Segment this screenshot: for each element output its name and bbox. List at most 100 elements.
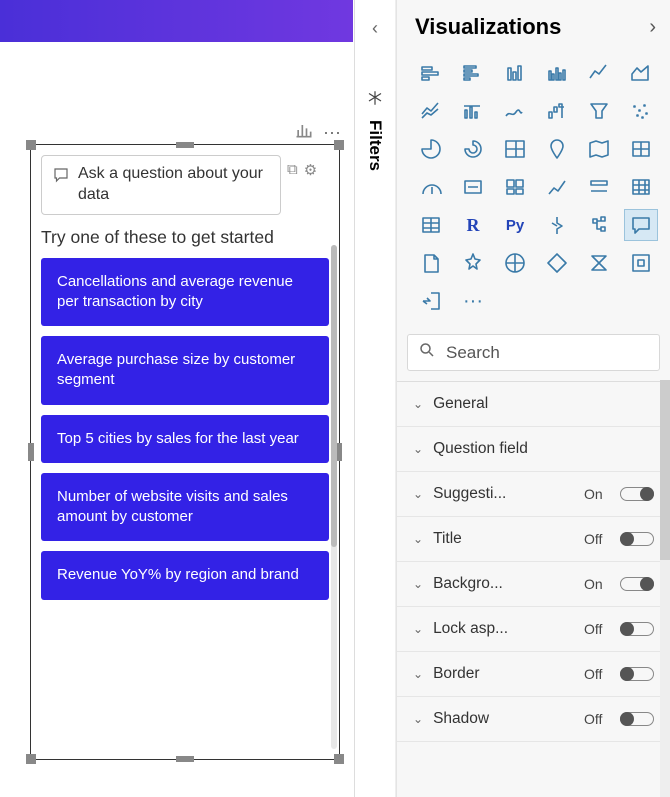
viz-type-card[interactable]: [457, 172, 489, 202]
qna-placeholder: Ask a question about your data: [78, 164, 270, 206]
viz-type-map[interactable]: [541, 134, 573, 164]
toggle-state-text: Off: [584, 531, 616, 547]
bar-chart-icon[interactable]: [293, 120, 315, 145]
format-section[interactable]: ⌄ General: [397, 382, 670, 427]
qna-suggestion[interactable]: Revenue YoY% by region and brand: [41, 551, 329, 599]
qna-suggestion[interactable]: Cancellations and average revenue per tr…: [41, 258, 329, 327]
format-properties-list: ⌄General⌄Question field⌄Suggesti...On⌄Ti…: [397, 381, 670, 742]
chevron-down-icon: ⌄: [413, 622, 423, 636]
purple-header-bar: [0, 0, 353, 42]
viz-type-paginated[interactable]: [415, 248, 447, 278]
report-canvas[interactable]: ··· Ask a question about your data ⧉ ⚙: [0, 0, 353, 797]
toggle-state-text: Off: [584, 666, 616, 682]
chevron-down-icon: ⌄: [413, 442, 423, 456]
toggle-state-text: Off: [584, 621, 616, 637]
viz-type-scatter[interactable]: [625, 96, 657, 126]
viz-type-slicer[interactable]: [583, 172, 615, 202]
chevron-down-icon: ⌄: [413, 712, 423, 726]
viz-type-line-stacked[interactable]: [415, 96, 447, 126]
viz-type-custom[interactable]: [625, 248, 657, 278]
chevron-right-icon[interactable]: ›: [649, 16, 656, 39]
viz-type-r-visual[interactable]: R: [457, 210, 489, 240]
viz-type-pie[interactable]: [415, 134, 447, 164]
viz-type-line-clustered[interactable]: [457, 96, 489, 126]
viz-type-power-automate[interactable]: [583, 248, 615, 278]
chevron-down-icon: ⌄: [413, 667, 423, 681]
viz-type-clustered-column[interactable]: [541, 58, 573, 88]
viz-type-decomposition[interactable]: [583, 210, 615, 240]
format-label: Question field: [433, 440, 654, 458]
toggle-switch[interactable]: [620, 712, 654, 726]
viz-type-ribbon[interactable]: [499, 96, 531, 126]
viz-type-matrix[interactable]: [415, 210, 447, 240]
viz-type-shape-map[interactable]: [625, 134, 657, 164]
viz-type-more[interactable]: [457, 248, 489, 278]
format-section[interactable]: ⌄Suggesti...On: [397, 472, 670, 517]
format-section[interactable]: ⌄ Backgro...On: [397, 562, 670, 607]
format-section[interactable]: ⌄ Lock asp...Off: [397, 607, 670, 652]
format-section[interactable]: ⌄BorderOff: [397, 652, 670, 697]
visualizations-pane: Visualizations › RPy··· Search ⌄General⌄…: [396, 0, 670, 797]
format-label: Shadow: [433, 710, 584, 728]
search-icon: [418, 341, 436, 364]
viz-type-stacked-bar[interactable]: [415, 58, 447, 88]
chat-bubble-icon: [52, 166, 70, 189]
qna-suggestion[interactable]: Average purchase size by customer segmen…: [41, 336, 329, 405]
chevron-left-icon[interactable]: ‹: [355, 18, 395, 39]
toggle-switch[interactable]: [620, 487, 654, 501]
viz-type-treemap[interactable]: [499, 134, 531, 164]
format-label: Lock asp...: [433, 620, 584, 638]
filters-pane-label: Filters: [365, 120, 385, 171]
chevron-down-icon: ⌄: [413, 397, 423, 411]
gear-icon[interactable]: ⚙: [304, 161, 317, 179]
chevron-down-icon: ⌄: [413, 577, 423, 591]
qna-prompt: Try one of these to get started: [41, 227, 329, 248]
viz-type-key-influencers[interactable]: [541, 210, 573, 240]
toggle-switch[interactable]: [620, 577, 654, 591]
toggle-state-text: On: [584, 576, 616, 592]
viz-type-qna[interactable]: [625, 210, 657, 240]
format-label: Suggesti...: [433, 485, 584, 503]
viz-type-kpi[interactable]: [541, 172, 573, 202]
viz-type-donut[interactable]: [457, 134, 489, 164]
viz-type-power-apps[interactable]: [541, 248, 573, 278]
toggle-state-text: Off: [584, 711, 616, 727]
viz-type-table[interactable]: [625, 172, 657, 202]
viz-type-filled-map[interactable]: [583, 134, 615, 164]
viz-type-ellipsis[interactable]: ···: [457, 286, 489, 316]
viz-type-clustered-bar[interactable]: [457, 58, 489, 88]
viz-type-stacked-column[interactable]: [499, 58, 531, 88]
format-search-input[interactable]: Search: [407, 334, 660, 371]
scrollbar[interactable]: [331, 245, 337, 749]
visualization-type-grid: R Py ···: [397, 58, 670, 328]
qna-suggestion[interactable]: Number of website visits and sales amoun…: [41, 473, 329, 542]
chevron-down-icon: ⌄: [413, 532, 423, 546]
viz-type-funnel[interactable]: [583, 96, 615, 126]
format-section[interactable]: ⌄ TitleOff: [397, 517, 670, 562]
qna-visual[interactable]: Ask a question about your data ⧉ ⚙ Try o…: [30, 144, 340, 760]
toggle-switch[interactable]: [620, 532, 654, 546]
scrollbar[interactable]: [660, 380, 670, 797]
viz-type-get-more[interactable]: [415, 286, 447, 316]
toggle-state-text: On: [584, 486, 616, 502]
toggle-switch[interactable]: [620, 622, 654, 636]
viz-type-arcgis[interactable]: [499, 248, 531, 278]
format-label: General: [433, 395, 654, 413]
filters-pane-collapsed[interactable]: ‹ Filters: [354, 0, 396, 797]
convert-visual-icon[interactable]: ⧉: [287, 161, 298, 179]
qna-input[interactable]: Ask a question about your data: [41, 155, 281, 215]
filter-icon: [366, 89, 384, 112]
format-label: Title: [433, 530, 584, 548]
viz-type-area[interactable]: [625, 58, 657, 88]
format-section[interactable]: ⌄ Question field: [397, 427, 670, 472]
search-placeholder: Search: [446, 343, 500, 363]
format-section[interactable]: ⌄ ShadowOff: [397, 697, 670, 742]
format-label: Backgro...: [433, 575, 584, 593]
toggle-switch[interactable]: [620, 667, 654, 681]
qna-suggestion[interactable]: Top 5 cities by sales for the last year: [41, 415, 329, 463]
viz-type-waterfall[interactable]: [541, 96, 573, 126]
viz-type-multi-card[interactable]: [499, 172, 531, 202]
viz-type-py-visual[interactable]: Py: [499, 210, 531, 240]
viz-type-line[interactable]: [583, 58, 615, 88]
viz-type-gauge[interactable]: [415, 172, 447, 202]
